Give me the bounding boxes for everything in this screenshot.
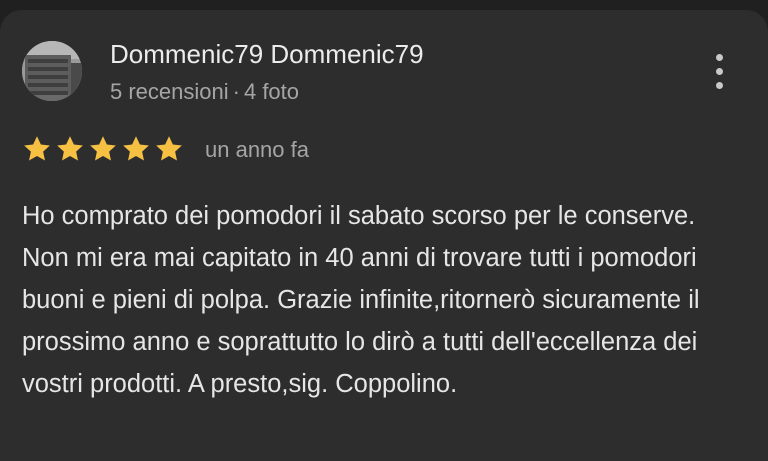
avatar[interactable] bbox=[22, 41, 82, 101]
star-icon bbox=[24, 136, 50, 161]
more-vert-icon[interactable] bbox=[705, 52, 735, 92]
star-icon bbox=[156, 136, 182, 161]
star-rating bbox=[22, 134, 192, 164]
star-icon bbox=[57, 136, 83, 161]
page: Dommenic79 Dommenic79 5 recensioni · 4 fot… bbox=[0, 0, 768, 461]
review-card: Dommenic79 Dommenic79 5 recensioni · 4 fot… bbox=[0, 10, 768, 461]
avatar-image bbox=[22, 41, 82, 101]
review-header: Dommenic79 Dommenic79 5 recensioni · 4 fot… bbox=[0, 10, 768, 130]
photos-count: 4 foto bbox=[243, 79, 300, 104]
menu-dot bbox=[716, 54, 723, 61]
menu-dot bbox=[716, 68, 723, 75]
review-time: un anno fa bbox=[205, 137, 309, 162]
review-text: Ho comprato dei pomodori il sabato scors… bbox=[22, 202, 700, 398]
author-name[interactable]: Dommenic79 Dommenic79 bbox=[110, 38, 424, 70]
author-meta: 5 recensioni · 4 foto bbox=[110, 78, 299, 106]
reviews-count: 5 recensioni bbox=[110, 79, 229, 104]
star-icon bbox=[123, 136, 149, 161]
meta-separator: · bbox=[232, 79, 240, 104]
menu-dot bbox=[716, 82, 723, 89]
star-icon bbox=[90, 136, 116, 161]
rating-row: un anno fa bbox=[22, 130, 522, 170]
